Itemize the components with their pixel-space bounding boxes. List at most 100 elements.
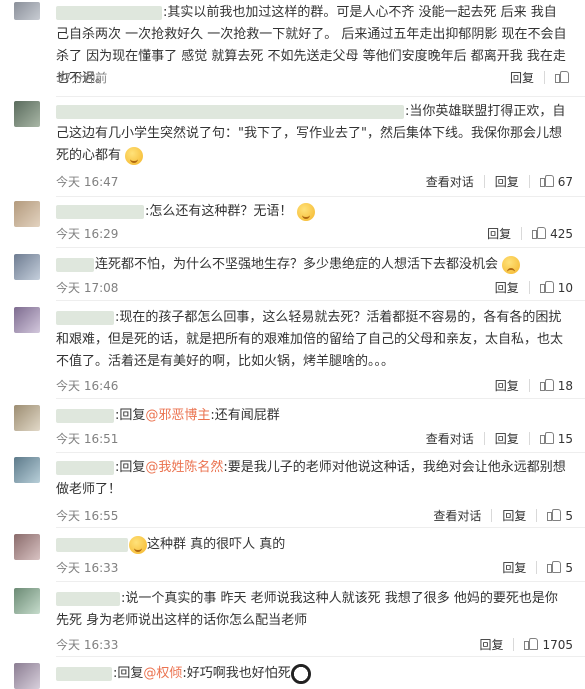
username-blurred[interactable] xyxy=(56,104,404,119)
username-blurred[interactable] xyxy=(56,204,144,219)
like-button[interactable] xyxy=(555,70,573,85)
divider xyxy=(56,300,585,301)
like-count: 18 xyxy=(557,379,573,393)
comment-body: :回复@权倾:好巧啊我也好怕死 xyxy=(56,663,569,685)
thinking-emoji-icon xyxy=(296,202,315,221)
mention-link[interactable]: @我姓陈名然 xyxy=(145,460,223,475)
comment-time: 今天 16:55 xyxy=(56,509,119,523)
like-button[interactable]: 15 xyxy=(539,431,573,446)
avatar[interactable] xyxy=(14,307,40,333)
comment-time: 今天 16:47 xyxy=(56,175,119,189)
comment-time: 37分钟前 xyxy=(56,71,108,85)
divider xyxy=(528,379,530,392)
view-conversation-button[interactable]: 查看对话 xyxy=(426,430,474,447)
comment-text: 这种群 真的很吓人 真的 xyxy=(147,537,286,552)
divider xyxy=(56,196,585,197)
divider xyxy=(513,638,515,651)
avatar[interactable] xyxy=(14,663,40,689)
mention-link[interactable]: @权倾 xyxy=(143,666,182,681)
avatar[interactable] xyxy=(14,405,40,431)
divider xyxy=(528,281,530,294)
reply-button[interactable]: 回复 xyxy=(495,279,519,296)
username-blurred[interactable] xyxy=(56,591,120,606)
comment-time: 今天 17:08 xyxy=(56,281,119,295)
comment-actions: 回复 5 xyxy=(502,559,573,576)
comment-body: 连死都不怕，为什么不坚强地生存？多少患绝症的人想活下去都没机会 xyxy=(56,254,569,276)
view-conversation-button[interactable]: 查看对话 xyxy=(426,173,474,190)
comment-text: :说一个真实的事 昨天 老师说我这种人就该死 我想了很多 他妈的要死也是你先死 … xyxy=(56,591,558,628)
username-blurred[interactable] xyxy=(56,460,114,475)
username-blurred[interactable] xyxy=(56,408,114,423)
username-blurred[interactable] xyxy=(56,537,128,552)
divider xyxy=(56,247,585,248)
thumbs-up-icon xyxy=(547,508,562,521)
like-count: 67 xyxy=(557,175,573,189)
like-count: 10 xyxy=(557,281,573,295)
avatar[interactable] xyxy=(14,2,40,20)
avatar[interactable] xyxy=(14,588,40,614)
reply-button[interactable]: 回复 xyxy=(510,69,534,86)
like-button[interactable]: 1705 xyxy=(524,637,573,652)
username-blurred[interactable] xyxy=(56,310,114,325)
panda-emoji-icon xyxy=(290,663,311,684)
reply-button[interactable]: 回复 xyxy=(502,507,526,524)
thumbs-up-icon xyxy=(555,70,569,83)
comment-actions: 查看对话 回复 5 xyxy=(433,507,573,524)
like-button[interactable]: 5 xyxy=(547,508,573,523)
like-button[interactable]: 18 xyxy=(539,378,573,393)
divider xyxy=(56,398,585,399)
reply-prefix: :回复 xyxy=(115,460,146,475)
divider xyxy=(56,452,585,453)
avatar[interactable] xyxy=(14,534,40,560)
comment-text: :现在的孩子都怎么回事，这么轻易就去死？活着都挺不容易的，各有各的困扰和艰难，但… xyxy=(56,310,564,369)
reply-button[interactable]: 回复 xyxy=(479,636,503,653)
reply-button[interactable]: 回复 xyxy=(502,559,526,576)
comment-time: 今天 16:51 xyxy=(56,432,119,446)
comment-time: 今天 16:33 xyxy=(56,561,119,575)
reply-button[interactable]: 回复 xyxy=(487,225,511,242)
username-blurred[interactable] xyxy=(56,257,94,272)
thinking-emoji-icon xyxy=(129,535,147,554)
comment-text: :怎么还有这种群？无语！ xyxy=(145,204,293,219)
divider xyxy=(536,509,538,522)
reply-prefix: :回复 xyxy=(115,408,146,423)
reply-prefix: :回复 xyxy=(113,666,144,681)
comment-actions: 查看对话 回复 15 xyxy=(426,430,573,447)
avatar[interactable] xyxy=(14,457,40,483)
divider xyxy=(56,527,585,528)
comment-body: :说一个真实的事 昨天 老师说我这种人就该死 我想了很多 他妈的要死也是你先死 … xyxy=(56,588,569,632)
comment-time: 今天 16:46 xyxy=(56,379,119,393)
thumbs-up-icon xyxy=(539,280,554,293)
comment-body: :当你英雄联盟打得正欢，自己这边有几小学生突然说了句："我下了，写作业去了"，然… xyxy=(56,101,569,167)
thumbs-up-icon xyxy=(524,637,539,650)
comment-actions: 回复 1705 xyxy=(479,636,573,653)
avatar[interactable] xyxy=(14,101,40,127)
like-button[interactable]: 425 xyxy=(532,226,573,241)
divider xyxy=(536,561,538,574)
like-button[interactable]: 5 xyxy=(547,560,573,575)
username-blurred[interactable] xyxy=(56,666,112,681)
avatar[interactable] xyxy=(14,254,40,280)
divider xyxy=(528,432,530,445)
divider xyxy=(491,509,493,522)
reply-button[interactable]: 回复 xyxy=(495,173,519,190)
like-count: 5 xyxy=(565,561,573,575)
sad-emoji-icon xyxy=(502,255,521,274)
comment-body: :回复@我姓陈名然:要是我儿子的老师对他说这种话，我绝对会让他永远都别想做老师了… xyxy=(56,457,569,501)
thumbs-up-icon xyxy=(532,226,547,239)
username-blurred[interactable] xyxy=(56,5,162,20)
divider xyxy=(483,432,485,445)
reply-button[interactable]: 回复 xyxy=(495,430,519,447)
comment-body: 这种群 真的很吓人 真的 xyxy=(56,534,569,556)
comment-actions: 回复 xyxy=(510,69,573,86)
mention-link[interactable]: @邪恶博主 xyxy=(145,408,210,423)
comment-actions: 查看对话 回复 67 xyxy=(426,173,573,190)
view-conversation-button[interactable]: 查看对话 xyxy=(433,507,481,524)
like-button[interactable]: 67 xyxy=(539,174,573,189)
divider xyxy=(528,175,530,188)
comment-body: :现在的孩子都怎么回事，这么轻易就去死？活着都挺不容易的，各有各的困扰和艰难，但… xyxy=(56,307,569,373)
avatar[interactable] xyxy=(14,201,40,227)
like-button[interactable]: 10 xyxy=(539,280,573,295)
reply-button[interactable]: 回复 xyxy=(495,377,519,394)
comment-body: :其实以前我也加过这样的群。可是人心不齐 没能一起去死 后来 我自己自杀两次 一… xyxy=(56,2,569,90)
